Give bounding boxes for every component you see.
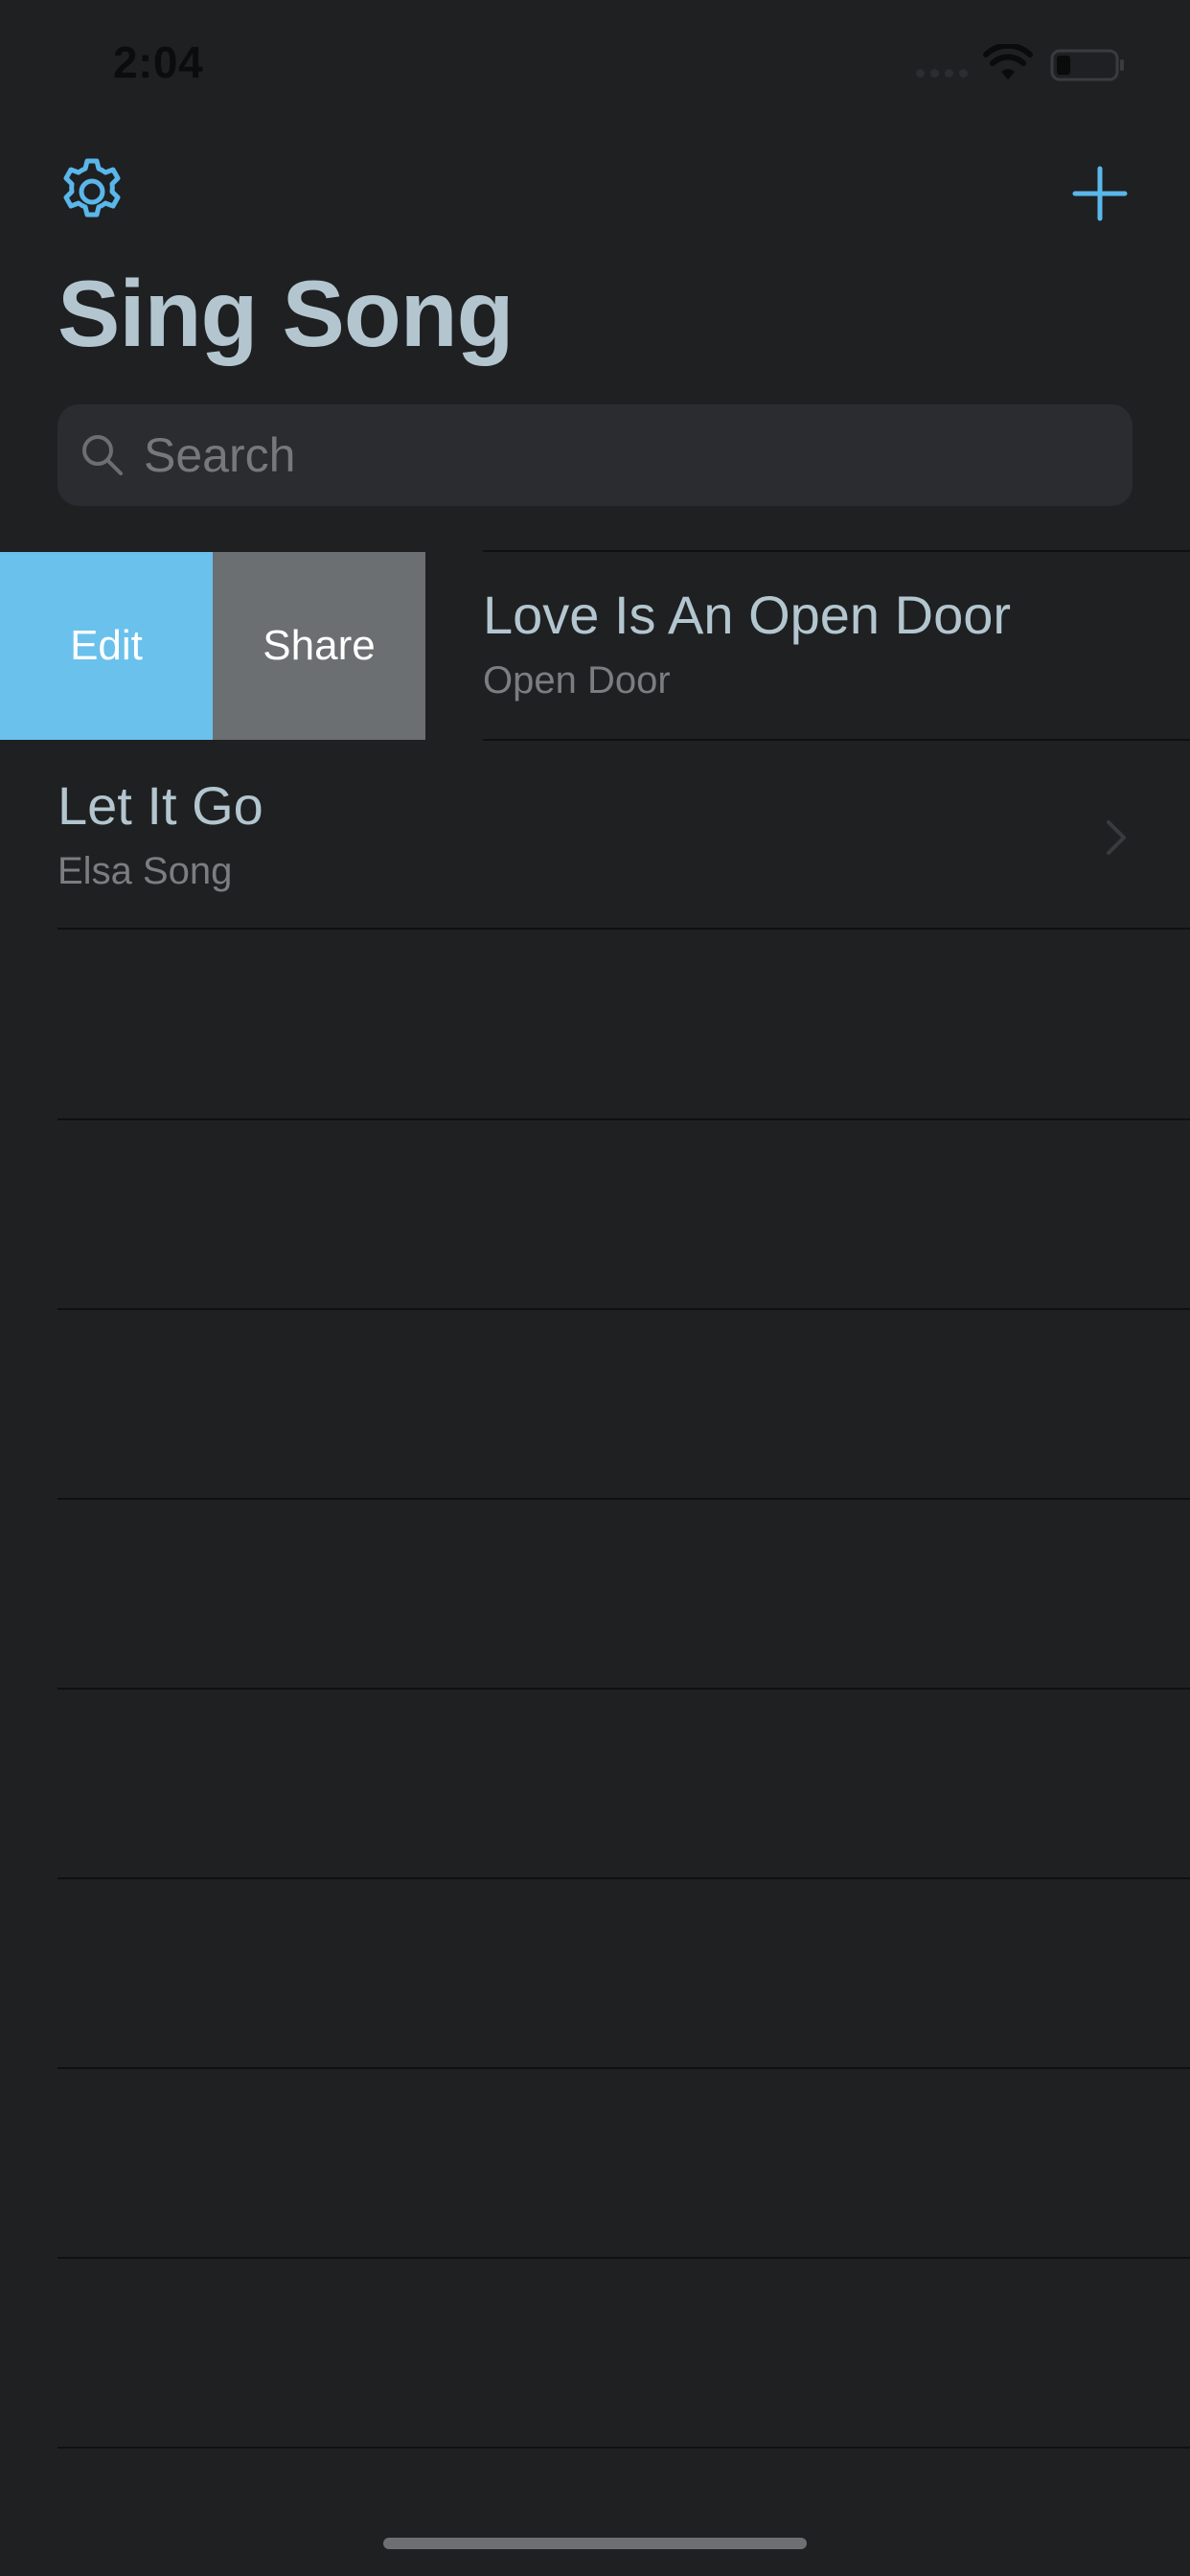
row-separator bbox=[57, 1118, 1190, 1120]
song-subtitle: Open Door bbox=[483, 659, 671, 702]
share-button[interactable]: Share bbox=[213, 552, 425, 740]
row-separator bbox=[57, 1877, 1190, 1879]
plus-icon[interactable] bbox=[1062, 155, 1138, 232]
row-separator bbox=[57, 1688, 1190, 1690]
chevron-right-icon bbox=[1107, 820, 1126, 855]
song-subtitle: Elsa Song bbox=[57, 850, 233, 892]
song-title: Love Is An Open Door bbox=[483, 585, 1012, 645]
search-input[interactable] bbox=[144, 404, 1111, 506]
song-row[interactable]: Let It Go Elsa Song bbox=[0, 741, 1190, 929]
wifi-icon bbox=[983, 44, 1033, 80]
home-indicator[interactable] bbox=[383, 2538, 807, 2549]
row-separator bbox=[57, 2257, 1190, 2259]
song-row[interactable]: Love Is An Open Door Open Door bbox=[425, 552, 1190, 740]
row-separator bbox=[57, 2447, 1190, 2449]
row-separator bbox=[57, 1308, 1190, 1310]
edit-button[interactable]: Edit bbox=[0, 552, 213, 740]
status-time: 2:04 bbox=[113, 37, 204, 87]
row-separator bbox=[57, 1498, 1190, 1500]
page-title: Sing Song bbox=[57, 261, 514, 366]
row-separator bbox=[57, 928, 1190, 930]
song-title: Let It Go bbox=[57, 775, 263, 836]
search-bar[interactable] bbox=[57, 404, 1133, 506]
battery-icon bbox=[1050, 49, 1124, 81]
gear-icon[interactable] bbox=[54, 153, 130, 230]
row-separator bbox=[57, 2067, 1190, 2069]
cellular-signal-icon bbox=[916, 69, 968, 78]
search-icon bbox=[82, 435, 123, 475]
